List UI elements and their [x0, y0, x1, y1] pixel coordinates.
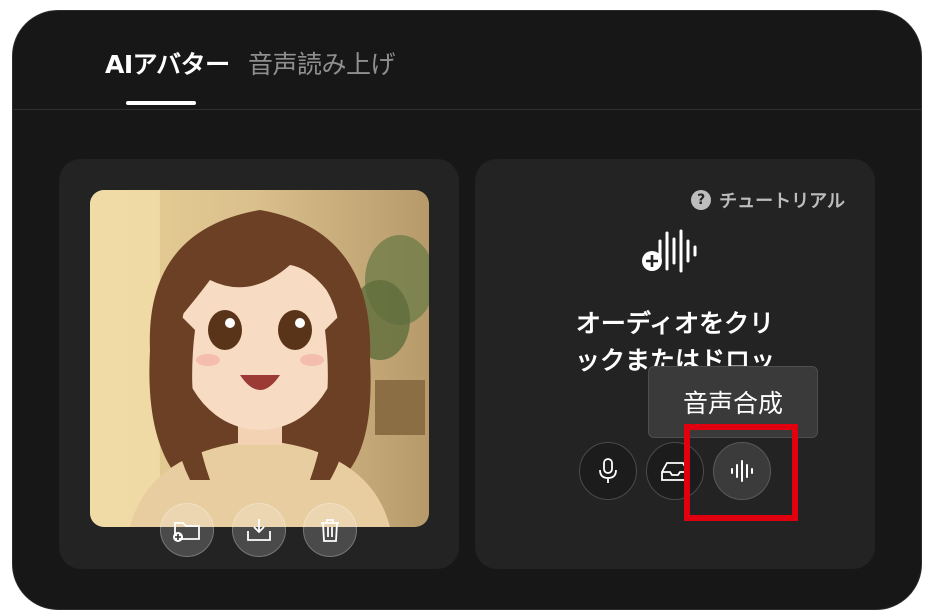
waveform-icon — [731, 460, 753, 482]
inbox-icon — [661, 462, 689, 481]
help-icon: ? — [691, 190, 712, 210]
delete-avatar-button[interactable] — [303, 503, 357, 557]
record-audio-button[interactable] — [579, 442, 637, 500]
import-image-button[interactable] — [160, 503, 214, 557]
tts-tooltip: 音声合成 — [648, 366, 818, 438]
active-tab-indicator — [126, 101, 196, 105]
tab-ai-avatar[interactable]: AIアバター — [105, 45, 230, 81]
download-tray-icon — [247, 519, 271, 541]
audio-card: ? チュートリアル オーディオをクリ ックまたはドロッ — [475, 159, 875, 569]
tab-bar: AIアバター 音声読み上げ — [13, 11, 921, 110]
avatar-image[interactable] — [90, 190, 429, 527]
avatar-card — [59, 159, 459, 569]
audio-add-icon[interactable] — [640, 227, 700, 275]
microphone-icon — [599, 458, 617, 483]
trash-icon — [321, 519, 339, 542]
save-avatar-button[interactable] — [232, 503, 286, 557]
text-to-speech-button[interactable] — [713, 442, 771, 500]
app-window: AIアバター 音声読み上げ ? チュートリアル オーディオをクリ ックまたはドロ… — [12, 10, 922, 610]
tutorial-link[interactable]: ? チュートリアル — [691, 187, 845, 213]
import-audio-button[interactable] — [646, 442, 704, 500]
tutorial-label: チュートリアル — [719, 191, 845, 212]
folder-add-icon — [173, 522, 200, 542]
tab-voice-reading[interactable]: 音声読み上げ — [248, 45, 396, 81]
